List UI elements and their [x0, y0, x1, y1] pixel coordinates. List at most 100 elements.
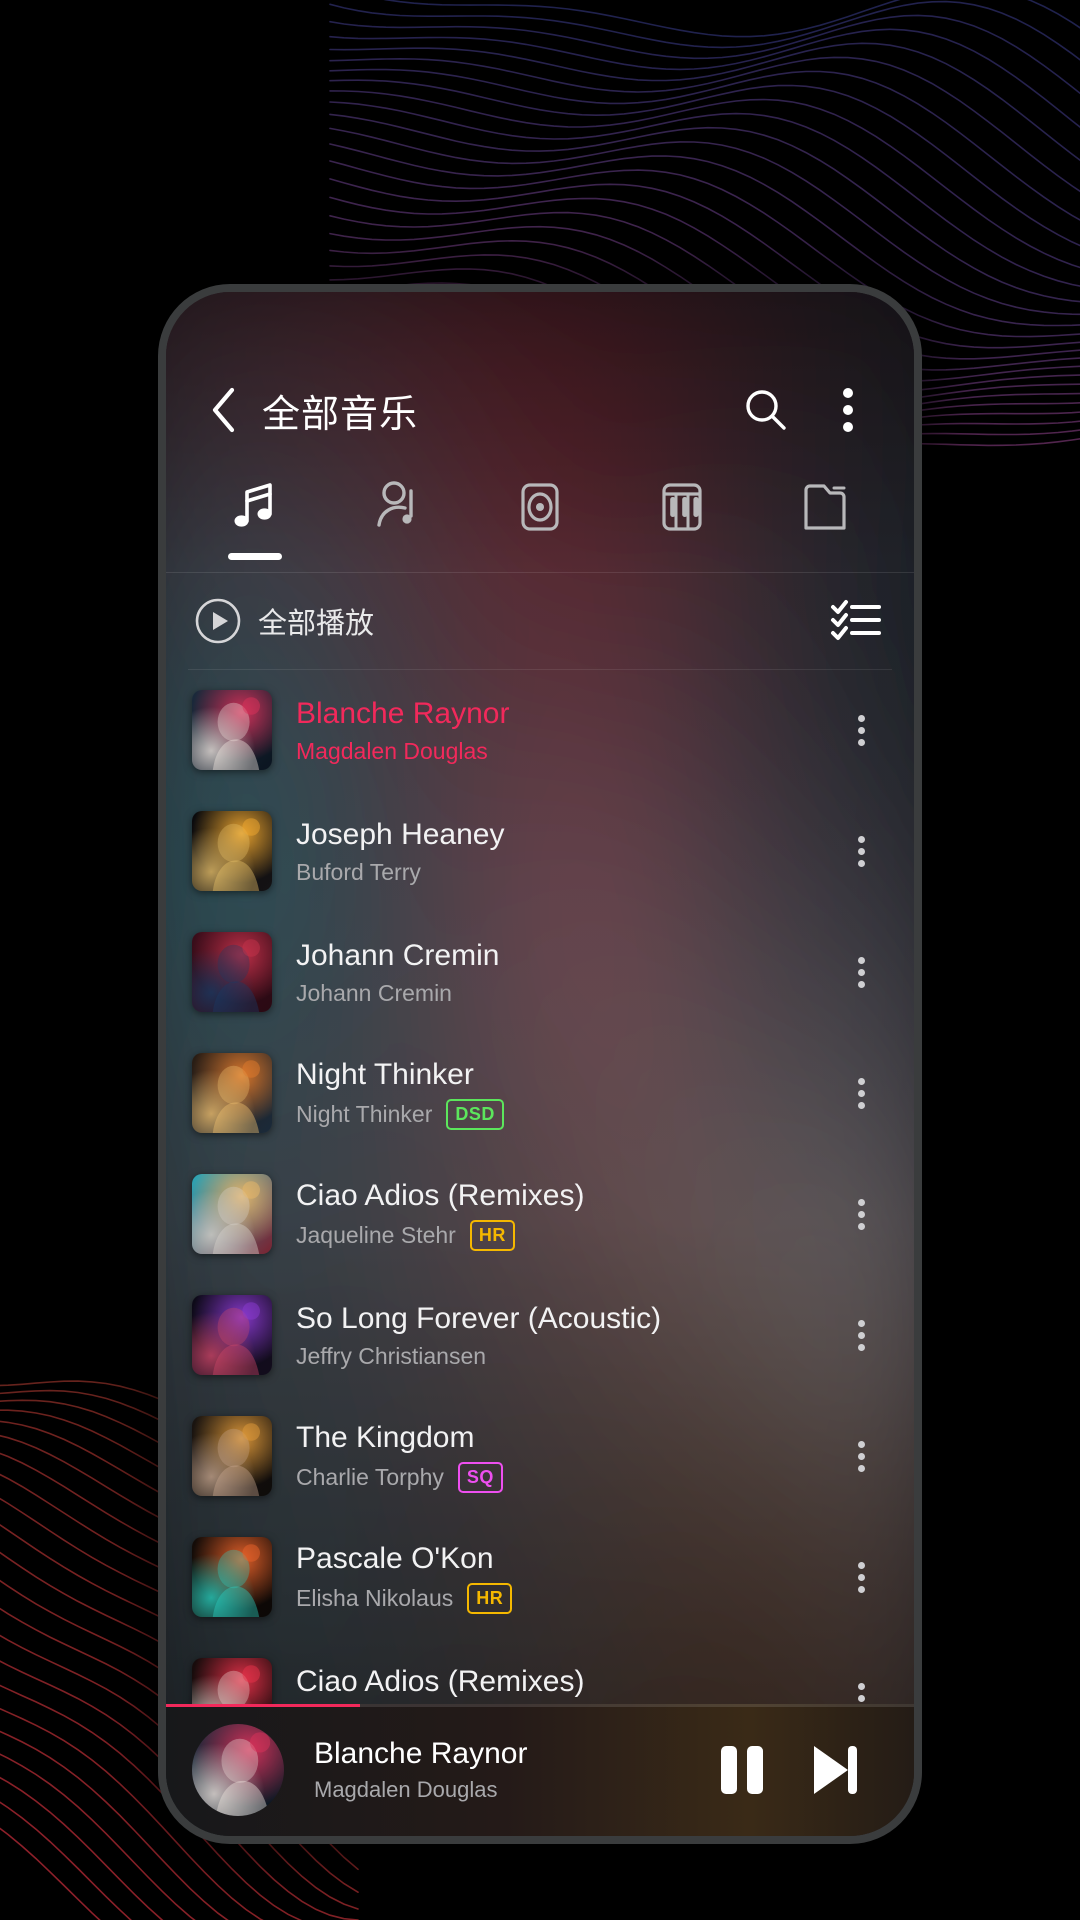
song-overflow-button[interactable]: [832, 927, 890, 1017]
song-list-item[interactable]: Joseph Heaney Buford Terry: [166, 791, 914, 912]
song-list-item[interactable]: Ciao Adios (Remixes) Willis Osinski: [166, 1638, 914, 1704]
more-vertical-icon: [857, 952, 865, 993]
song-meta: The Kingdom Charlie Torphy SQ: [296, 1420, 832, 1493]
song-subtitle-row: Night Thinker DSD: [296, 1098, 832, 1130]
song-title: Night Thinker: [296, 1058, 474, 1092]
album-art-image: [192, 1174, 272, 1255]
more-vertical-icon: [857, 1436, 865, 1477]
play-all-row[interactable]: 全部播放: [166, 573, 914, 669]
song-title: The Kingdom: [296, 1421, 475, 1455]
tab-artists[interactable]: [343, 476, 453, 568]
more-vertical-icon: [857, 1073, 865, 1114]
album-art-image: [192, 811, 272, 892]
song-overflow-button[interactable]: [832, 1653, 890, 1704]
music-note-icon: [234, 483, 272, 527]
app-bar: 全部音乐: [166, 344, 914, 476]
song-title: Blanche Raynor: [296, 697, 510, 731]
song-list-item[interactable]: Ciao Adios (Remixes) Jaqueline Stehr HR: [166, 1154, 914, 1275]
tab-active-indicator: [228, 553, 283, 560]
song-album-art: [192, 811, 272, 892]
phone-device-frame: 全部音乐 全部播放 Blanche Raynor Magdalen Dougla…: [158, 284, 922, 1844]
playback-progress-track[interactable]: [166, 1704, 914, 1707]
album-art-image: [192, 1295, 272, 1376]
album-art-image: [192, 1537, 272, 1618]
search-button[interactable]: [734, 378, 798, 442]
song-artist: Elisha Nikolaus: [296, 1584, 454, 1611]
pause-icon: [721, 1746, 763, 1794]
song-overflow-button[interactable]: [832, 1532, 890, 1622]
artist-icon: [376, 481, 413, 527]
song-album-art: [192, 1295, 272, 1376]
album-art-image: [192, 932, 272, 1013]
song-overflow-button[interactable]: [832, 1290, 890, 1380]
song-artist: Charlie Torphy: [296, 1463, 444, 1490]
back-button[interactable]: [192, 379, 254, 441]
song-list-item[interactable]: So Long Forever (Acoustic) Jeffry Christ…: [166, 1275, 914, 1396]
song-subtitle-row: Charlie Torphy SQ: [296, 1461, 832, 1493]
song-artist: Night Thinker: [296, 1100, 433, 1127]
song-meta: Pascale O'Kon Elisha Nikolaus HR: [296, 1541, 832, 1614]
album-disc-icon: [521, 483, 559, 531]
page-title: 全部音乐: [262, 393, 419, 436]
song-list-item[interactable]: The Kingdom Charlie Torphy SQ: [166, 1396, 914, 1517]
tab-folders[interactable]: [770, 476, 880, 568]
song-overflow-button[interactable]: [832, 806, 890, 896]
next-track-button[interactable]: [788, 1724, 880, 1816]
song-artist: Jaqueline Stehr: [296, 1221, 456, 1248]
tab-genres[interactable]: [627, 476, 737, 568]
song-overflow-button[interactable]: [832, 1169, 890, 1259]
now-playing-artist: Magdalen Douglas: [314, 1777, 498, 1802]
song-album-art: [192, 1537, 272, 1618]
playback-progress-fill: [166, 1704, 361, 1707]
mini-player[interactable]: Blanche Raynor Magdalen Douglas: [166, 1704, 914, 1836]
piano-keys-icon: [662, 483, 702, 531]
pause-button[interactable]: [696, 1724, 788, 1816]
song-meta: Blanche Raynor Magdalen Douglas: [296, 696, 832, 764]
song-title: Joseph Heaney: [296, 818, 505, 852]
song-list-item[interactable]: Night Thinker Night Thinker DSD: [166, 1033, 914, 1154]
song-overflow-button[interactable]: [832, 1048, 890, 1138]
song-list[interactable]: Blanche Raynor Magdalen Douglas Joseph H…: [166, 670, 914, 1704]
song-subtitle-row: Johann Cremin: [296, 980, 832, 1007]
song-album-art: [192, 1416, 272, 1497]
song-list-item[interactable]: Johann Cremin Johann Cremin: [166, 912, 914, 1033]
song-subtitle-row: Buford Terry: [296, 859, 832, 886]
song-artist: Magdalen Douglas: [296, 737, 488, 764]
song-title: Johann Cremin: [296, 939, 500, 973]
now-playing-title: Blanche Raynor: [314, 1737, 528, 1770]
song-meta: So Long Forever (Acoustic) Jeffry Christ…: [296, 1301, 832, 1369]
checklist-icon: [831, 599, 881, 640]
song-title: Ciao Adios (Remixes): [296, 1179, 585, 1213]
song-artist: Buford Terry: [296, 858, 421, 885]
song-list-item[interactable]: Blanche Raynor Magdalen Douglas: [166, 670, 914, 791]
song-meta: Ciao Adios (Remixes) Willis Osinski: [296, 1664, 832, 1704]
multiselect-button[interactable]: [830, 599, 882, 643]
song-meta: Joseph Heaney Buford Terry: [296, 817, 832, 885]
song-artist: Johann Cremin: [296, 979, 452, 1006]
song-list-item[interactable]: Pascale O'Kon Elisha Nikolaus HR: [166, 1517, 914, 1638]
more-vertical-icon: [857, 831, 865, 872]
album-art-image: [192, 1658, 272, 1704]
skip-next-icon: [814, 1746, 857, 1794]
overflow-menu-button[interactable]: [816, 378, 880, 442]
now-playing-avatar: [192, 1724, 284, 1816]
song-album-art: [192, 1174, 272, 1255]
song-album-art: [192, 690, 272, 771]
tab-albums[interactable]: [485, 476, 595, 568]
quality-badge-hr: HR: [467, 1582, 513, 1614]
song-album-art: [192, 1053, 272, 1134]
tab-songs[interactable]: [200, 476, 310, 568]
song-artist: Jeffry Christiansen: [296, 1342, 487, 1369]
more-vertical-icon: [857, 710, 865, 751]
song-subtitle-row: Magdalen Douglas: [296, 738, 832, 765]
play-circle-icon: [195, 598, 241, 644]
song-subtitle-row: Jeffry Christiansen: [296, 1343, 832, 1370]
album-art-image: [192, 1416, 272, 1497]
song-meta: Night Thinker Night Thinker DSD: [296, 1057, 832, 1130]
song-title: Pascale O'Kon: [296, 1542, 494, 1576]
more-vertical-icon: [857, 1557, 865, 1598]
song-overflow-button[interactable]: [832, 685, 890, 775]
song-overflow-button[interactable]: [832, 1411, 890, 1501]
quality-badge-hr: HR: [469, 1219, 515, 1251]
song-subtitle-row: Jaqueline Stehr HR: [296, 1219, 832, 1251]
